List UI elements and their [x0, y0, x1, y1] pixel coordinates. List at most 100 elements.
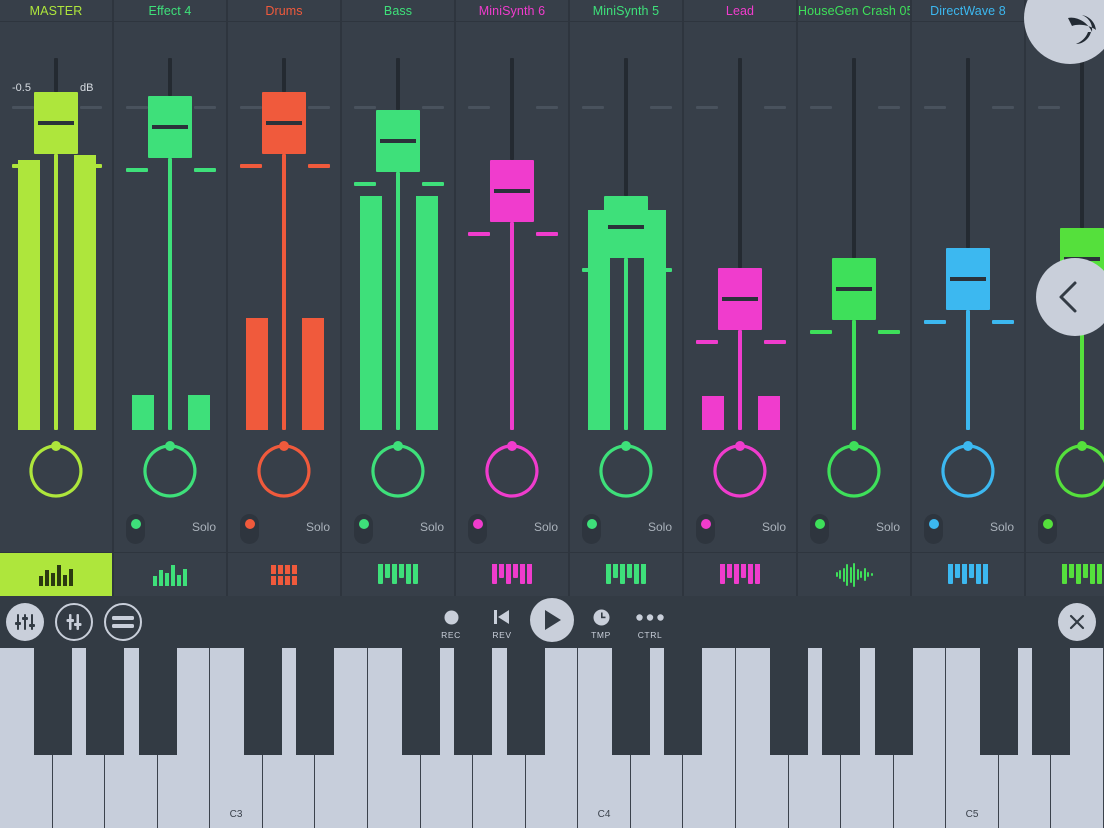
record-button[interactable]: REC	[430, 606, 472, 640]
channel-type-button[interactable]	[798, 552, 910, 596]
fader-tick-right	[764, 340, 786, 344]
solo-toggle[interactable]	[696, 514, 715, 544]
waveform-icon	[835, 562, 873, 587]
channel-type-button[interactable]	[0, 552, 112, 596]
piano-black-key[interactable]	[979, 648, 1018, 755]
piano-black-key[interactable]	[243, 648, 282, 755]
fader-notch	[722, 297, 758, 301]
fader-scale-mark-left	[354, 106, 376, 109]
solo-toggle[interactable]	[1038, 514, 1057, 544]
fader-tick-left	[810, 330, 832, 334]
volume-fader-handle[interactable]	[148, 96, 192, 158]
piano-black-key[interactable]	[611, 648, 650, 755]
piano-black-key[interactable]	[1032, 648, 1071, 755]
ctrl-button[interactable]: CTRL	[629, 606, 671, 640]
tempo-button[interactable]: TMP	[580, 606, 622, 640]
channel-header-divider	[456, 21, 568, 22]
transport-bar: REC REV TMP CTRL	[0, 596, 1104, 648]
mixer-channel-strip[interactable]: Lead Solo	[684, 0, 798, 596]
fl-logo-icon	[1068, 15, 1096, 44]
menu-button[interactable]	[104, 603, 142, 641]
channel-type-button[interactable]	[114, 552, 226, 596]
mixer-channel-strip[interactable]: Drums Solo	[228, 0, 342, 596]
mixer-view-button[interactable]	[6, 603, 44, 641]
solo-toggle[interactable]	[126, 514, 145, 544]
mixer-channel-strip[interactable]: DirectWave 8 Solo	[912, 0, 1026, 596]
volume-fader-handle[interactable]	[490, 160, 534, 222]
clock-icon	[580, 606, 622, 628]
rewind-button[interactable]: REV	[481, 606, 523, 640]
fader-scale-mark-right	[80, 106, 102, 109]
piano-black-key[interactable]	[769, 648, 808, 755]
channel-view-button[interactable]	[55, 603, 93, 641]
volume-fader-handle[interactable]	[34, 92, 78, 154]
pan-knob[interactable]	[367, 440, 429, 502]
mixer-channel-strip[interactable]: MiniSynth 5 Solo	[570, 0, 684, 596]
mixer-channel-strip[interactable]: MiniSynth 6 Solo	[456, 0, 570, 596]
volume-fader-handle[interactable]	[718, 268, 762, 330]
channel-name-label: HouseGen Crash 05	[798, 4, 910, 18]
rewind-icon	[481, 606, 523, 628]
volume-fader-handle[interactable]	[262, 92, 306, 154]
piano-black-key[interactable]	[874, 648, 913, 755]
solo-toggle[interactable]	[924, 514, 943, 544]
mixer-channel-strip[interactable]: Effect 4 Solo	[114, 0, 228, 596]
volume-fader-handle[interactable]	[946, 248, 990, 310]
piano-black-key[interactable]	[86, 648, 125, 755]
fader-tail	[966, 310, 970, 430]
solo-toggle[interactable]	[240, 514, 259, 544]
channel-type-button[interactable]	[342, 552, 454, 596]
fader-notch	[494, 189, 530, 193]
pan-knob[interactable]	[25, 440, 87, 502]
vu-meter-left	[246, 318, 268, 430]
piano-black-key[interactable]	[506, 648, 545, 755]
mixer-channel-strip[interactable]: Bass Solo	[342, 0, 456, 596]
pan-knob[interactable]	[709, 440, 771, 502]
solo-toggle[interactable]	[810, 514, 829, 544]
fader-tick-right	[992, 320, 1014, 324]
piano-black-key[interactable]	[296, 648, 335, 755]
solo-toggle[interactable]	[468, 514, 487, 544]
piano-black-key[interactable]	[454, 648, 493, 755]
pan-knob[interactable]	[139, 440, 201, 502]
pan-knob[interactable]	[481, 440, 543, 502]
volume-fader-handle[interactable]	[604, 196, 648, 258]
vu-meter-right	[188, 395, 210, 430]
solo-label: Solo	[989, 520, 1014, 534]
fader-tick-left	[468, 232, 490, 236]
vu-meter-right	[758, 396, 780, 430]
pan-knob[interactable]	[595, 440, 657, 502]
previous-page-button[interactable]	[1036, 258, 1104, 336]
solo-indicator-dot	[244, 519, 255, 529]
mixer-channel-strip[interactable]: HouseGen Crash 05 Solo	[798, 0, 912, 596]
fader-tail	[738, 330, 742, 430]
record-icon	[430, 606, 472, 628]
close-button[interactable]	[1058, 603, 1096, 641]
pan-knob[interactable]	[937, 440, 999, 502]
fader-notch	[380, 139, 416, 143]
channel-type-button[interactable]	[912, 552, 1024, 596]
channel-type-button[interactable]	[684, 552, 796, 596]
mixer-channel-strip[interactable]: MASTER -0.5 dB	[0, 0, 114, 596]
play-button[interactable]	[530, 598, 574, 642]
piano-icon	[492, 563, 532, 586]
piano-keyboard[interactable]: C3 C4 C5	[0, 648, 1104, 828]
pan-knob[interactable]	[823, 440, 885, 502]
piano-black-key[interactable]	[401, 648, 440, 755]
piano-black-key[interactable]	[138, 648, 177, 755]
volume-fader-handle[interactable]	[376, 110, 420, 172]
fader-scale-mark-right	[536, 106, 558, 109]
solo-toggle[interactable]	[354, 514, 373, 544]
piano-black-key[interactable]	[664, 648, 703, 755]
channel-type-button[interactable]	[228, 552, 340, 596]
fader-scale-mark-right	[878, 106, 900, 109]
volume-fader-handle[interactable]	[832, 258, 876, 320]
piano-black-key[interactable]	[33, 648, 72, 755]
channel-type-button[interactable]	[570, 552, 682, 596]
solo-toggle[interactable]	[582, 514, 601, 544]
channel-type-button[interactable]	[456, 552, 568, 596]
piano-black-key[interactable]	[822, 648, 861, 755]
pan-knob[interactable]	[253, 440, 315, 502]
pan-knob[interactable]	[1051, 440, 1104, 502]
channel-type-button[interactable]	[1026, 552, 1104, 596]
